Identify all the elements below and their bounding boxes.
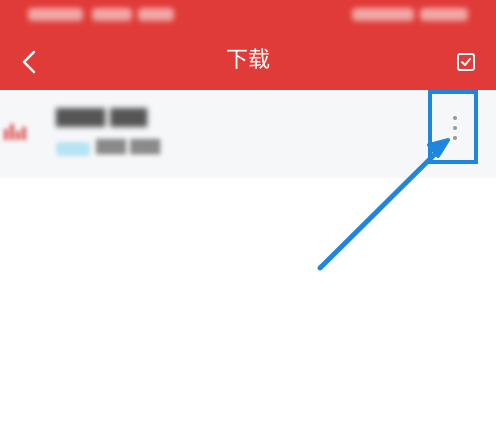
more-options-button[interactable] (428, 90, 484, 168)
status-blur-left-3 (138, 8, 174, 21)
status-blur-right-1 (352, 8, 414, 21)
status-bar (0, 0, 496, 34)
item-title-blurred: ████ ███ (56, 108, 148, 127)
status-blur-left-2 (92, 8, 132, 21)
item-tag (56, 142, 90, 156)
select-button[interactable] (448, 44, 484, 80)
app-screen: 下载 ████ ███ ███ ███ (0, 0, 496, 433)
checkbox-icon (457, 53, 475, 71)
status-blur-left-1 (28, 8, 83, 21)
page-title: 下载 (225, 48, 270, 73)
audio-file-icon (4, 124, 26, 140)
download-list-item[interactable]: ████ ███ ███ ███ (0, 90, 496, 178)
nav-bar: 下载 (0, 34, 496, 90)
item-meta-blurred: ███ ███ (96, 140, 161, 155)
more-vertical-icon (452, 116, 458, 144)
status-blur-right-2 (420, 8, 468, 21)
